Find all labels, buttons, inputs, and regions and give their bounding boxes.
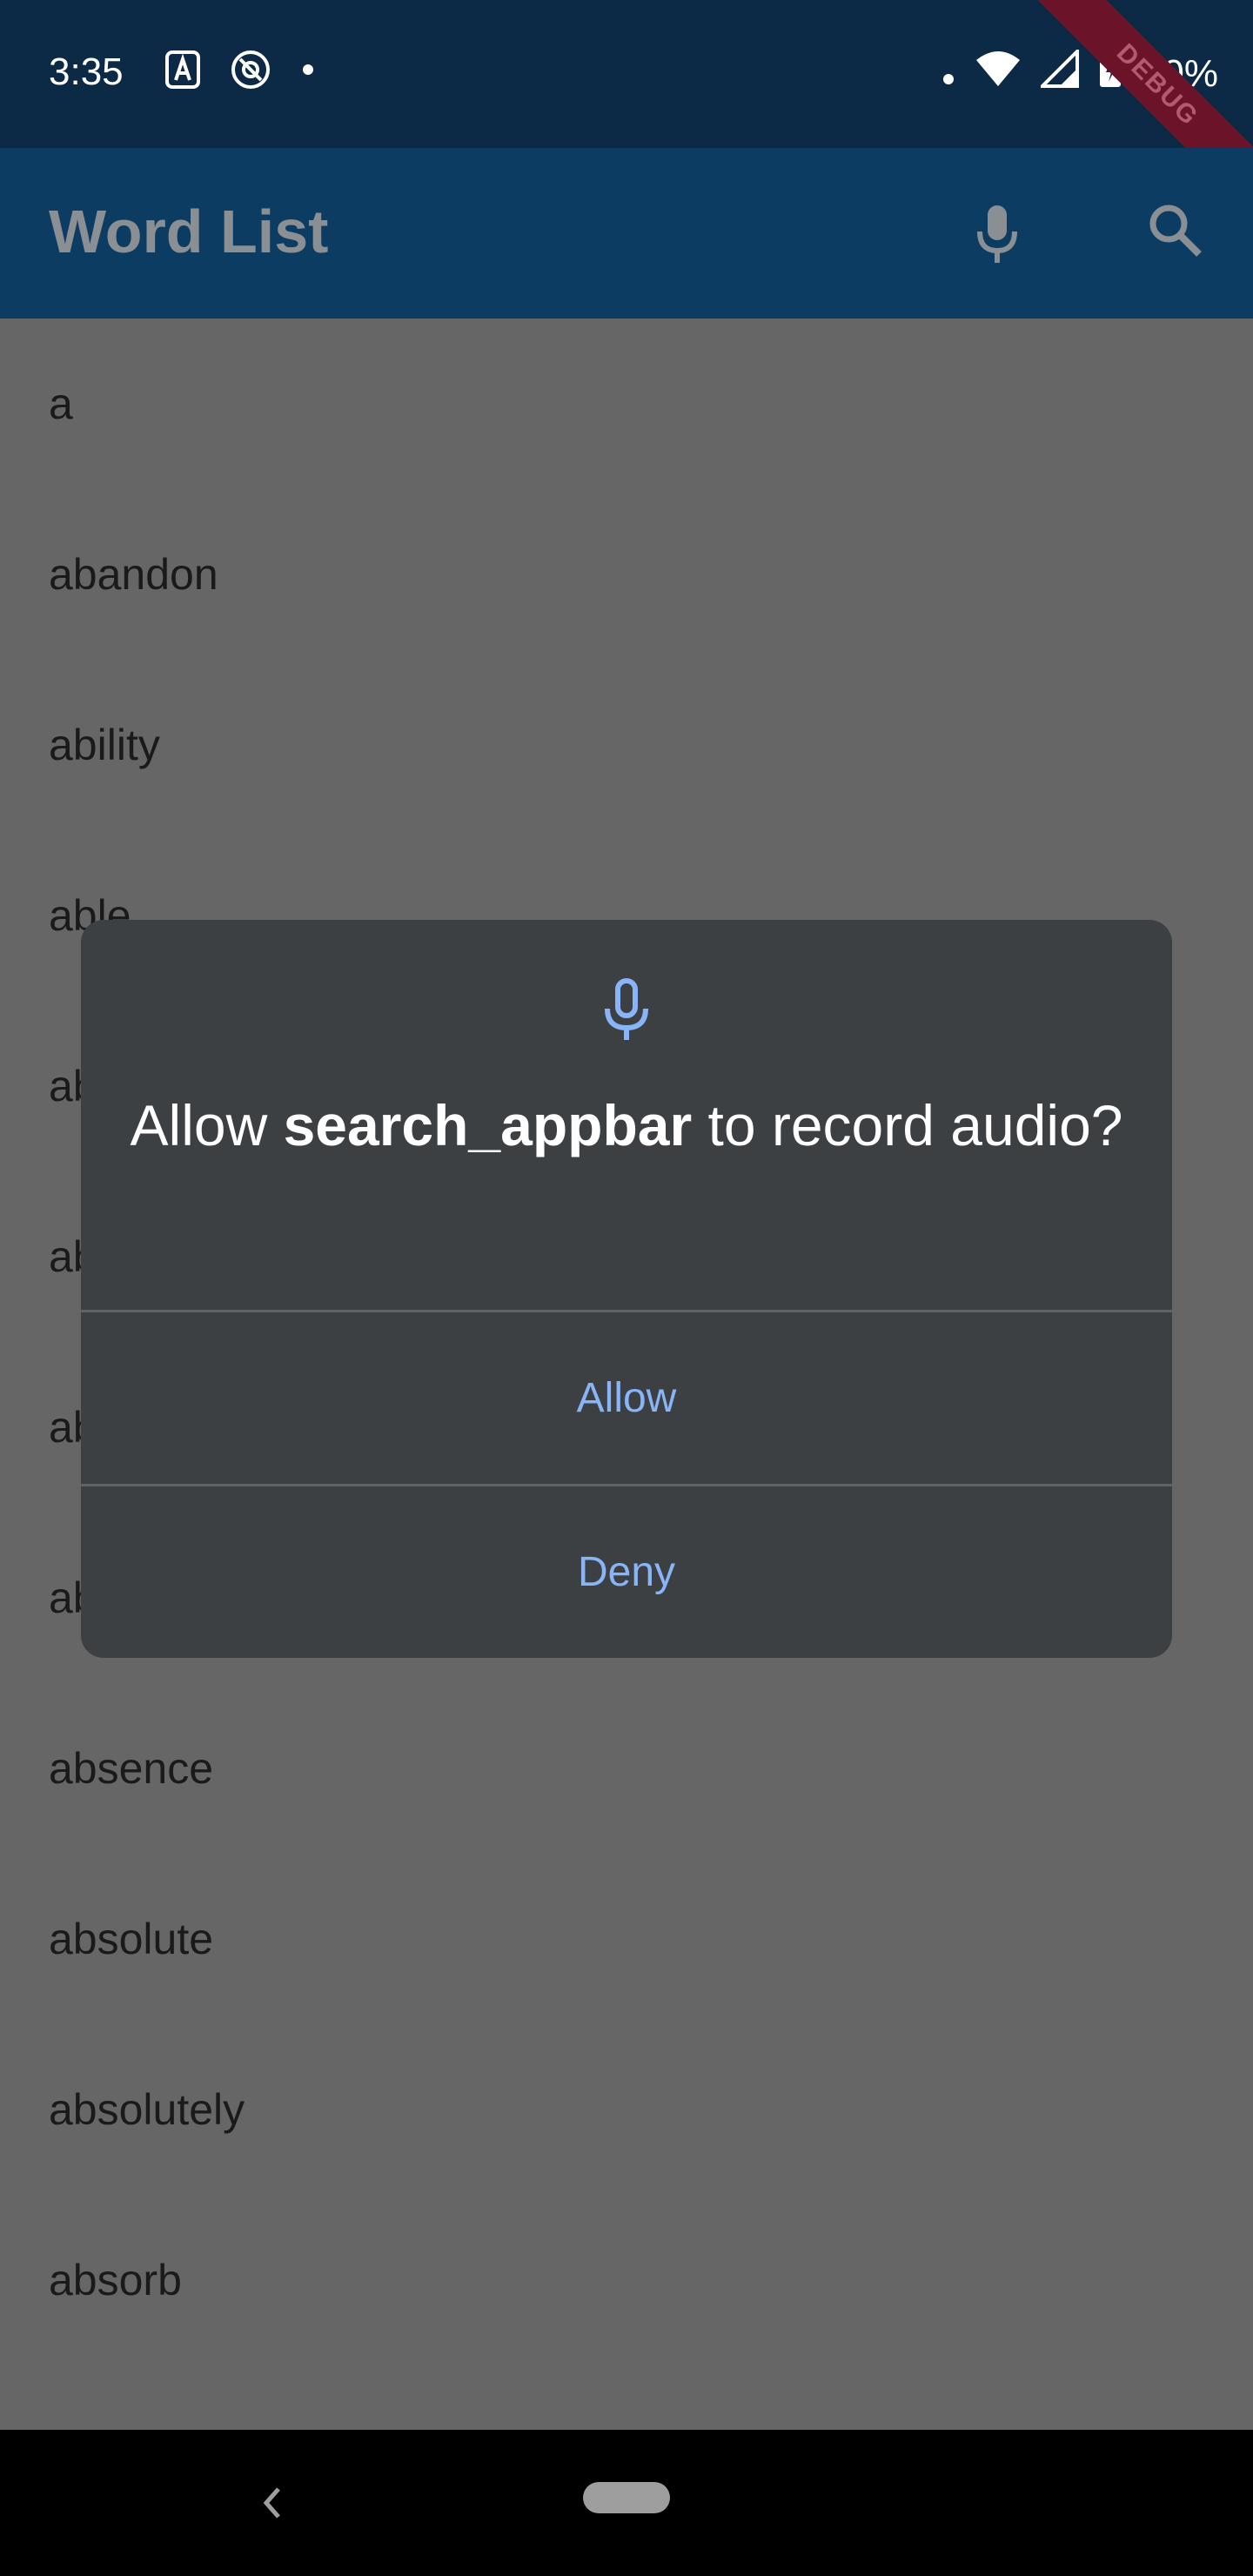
- wifi-icon: [975, 50, 1022, 97]
- permission-dialog: Allow search_appbar to record audio? All…: [81, 920, 1172, 1658]
- deny-button[interactable]: Deny: [81, 1486, 1172, 1658]
- dialog-title-prefix: Allow: [130, 1093, 284, 1157]
- at-icon: [230, 49, 271, 95]
- back-icon[interactable]: [254, 2479, 289, 2532]
- search-icon[interactable]: [1147, 202, 1203, 262]
- list-item[interactable]: absolute: [0, 1854, 1253, 2024]
- list-item[interactable]: absolutely: [0, 2024, 1253, 2195]
- dot-icon: [941, 52, 955, 96]
- list-item[interactable]: absorb: [0, 2195, 1253, 2365]
- dialog-title: Allow search_appbar to record audio?: [81, 1087, 1172, 1164]
- list-item[interactable]: abandon: [0, 489, 1253, 660]
- list-item[interactable]: a: [0, 319, 1253, 489]
- page-title: Word List: [49, 198, 329, 265]
- list-item[interactable]: absence: [0, 1683, 1253, 1854]
- mic-icon: [600, 977, 653, 1048]
- status-bar: 3:35 90% DEBUG: [0, 0, 1253, 214]
- allow-button[interactable]: Allow: [81, 1312, 1172, 1484]
- dot-icon: [301, 63, 315, 81]
- status-time: 3:35: [49, 50, 124, 93]
- mic-icon[interactable]: [973, 202, 1022, 269]
- a-icon: [165, 50, 200, 93]
- navigation-bar: [0, 2430, 1253, 2576]
- app-bar: Word List: [0, 148, 1253, 319]
- dialog-app-name: search_appbar: [283, 1093, 693, 1157]
- home-pill[interactable]: [583, 2482, 670, 2513]
- status-left-icons: [165, 49, 315, 95]
- dialog-title-suffix: to record audio?: [692, 1093, 1123, 1157]
- list-item[interactable]: ability: [0, 660, 1253, 830]
- signal-icon: [1038, 47, 1079, 97]
